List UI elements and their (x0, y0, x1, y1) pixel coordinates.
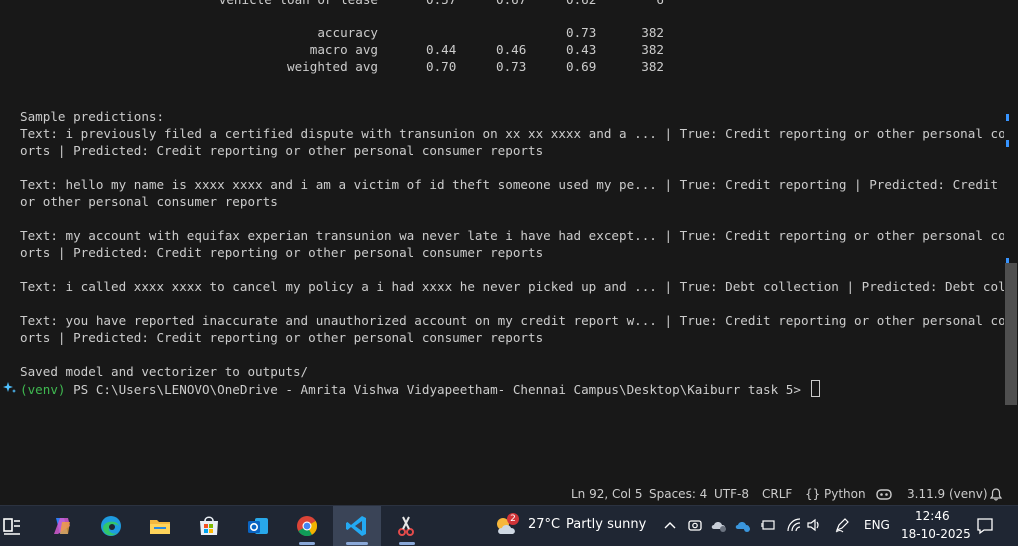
store-icon[interactable] (195, 512, 223, 540)
output-line: Text: hello my name is xxxx xxxx and i a… (20, 177, 1004, 192)
report-label: vehicle loan or lease (219, 0, 378, 8)
widgets-icon[interactable] (0, 512, 28, 540)
venv-label: (venv) (20, 382, 66, 397)
report-f1: 0.69 (566, 59, 597, 74)
weather-badge: 2 (507, 513, 519, 525)
report-f1: 0.62 (566, 0, 596, 8)
report-support: 6 (656, 0, 664, 8)
weather-description[interactable]: Partly sunny (566, 517, 646, 532)
report-f1: 0.73 (566, 25, 597, 40)
outlook-icon[interactable] (244, 512, 272, 540)
scroll-marker (1006, 114, 1009, 121)
output-line: orts | Predicted: Credit reporting or ot… (20, 245, 544, 260)
terminal-cursor (810, 380, 820, 397)
indentation[interactable]: Spaces: 4 (649, 487, 707, 501)
wifi-icon[interactable] (786, 518, 802, 532)
copilot-icon[interactable] (876, 488, 892, 501)
report-support: 382 (641, 42, 664, 57)
chrome-icon[interactable] (293, 512, 321, 540)
scrollbar-thumb[interactable] (1005, 263, 1017, 405)
clock-date[interactable]: 18-10-2025 (901, 527, 971, 541)
report-support: 382 (641, 59, 664, 74)
camera-icon[interactable] (688, 517, 702, 533)
notifications-icon[interactable] (976, 517, 994, 535)
input-language[interactable]: ENG (864, 518, 890, 532)
windows-taskbar: 2 27°C Partly sunny ENG 12:46 18-10-2025 (0, 505, 1018, 546)
cursor-position[interactable]: Ln 92, Col 5 (571, 487, 643, 501)
onedrive-sync-icon[interactable] (710, 517, 728, 533)
report-label: accuracy (317, 25, 378, 40)
pen-icon[interactable] (834, 517, 850, 533)
clock-time[interactable]: 12:46 (915, 509, 950, 523)
onedrive-cloud-icon[interactable] (734, 517, 752, 533)
weather-temperature[interactable]: 27°C (528, 517, 560, 532)
edge-icon[interactable] (97, 512, 125, 540)
output-line: or other personal consumer reports (20, 194, 278, 209)
terminal-prompt[interactable]: (venv) PS C:\Users\LENOVO\OneDrive - Amr… (20, 380, 820, 398)
language-mode[interactable]: Python (824, 487, 866, 501)
output-line: Text: you have reported inaccurate and u… (20, 313, 1004, 328)
report-support: 382 (641, 25, 664, 40)
prompt-path: PS C:\Users\LENOVO\OneDrive - Amrita Vis… (65, 382, 809, 397)
output-line: Saved model and vectorizer to outputs/ (20, 364, 309, 379)
terminal-scrollbar[interactable] (1004, 0, 1018, 484)
copilot-app-icon[interactable] (48, 512, 76, 540)
terminal-panel[interactable]: vehicle loan or lease 0.57 0.67 0.62 6 accura… (0, 0, 1004, 484)
report-precision: 0.57 (426, 0, 456, 8)
chevron-up-icon[interactable] (664, 520, 676, 530)
output-line: Text: my account with equifax experian t… (20, 228, 1004, 243)
bell-icon[interactable] (990, 488, 1002, 501)
report-recall: 0.73 (496, 59, 527, 74)
encoding[interactable]: UTF-8 (714, 487, 749, 501)
snipping-tool-icon[interactable] (392, 512, 420, 540)
report-precision: 0.70 (426, 59, 457, 74)
braces-icon: {} (805, 487, 821, 501)
sample-predictions-header: Sample predictions: (20, 109, 165, 124)
scroll-marker (1006, 140, 1009, 147)
python-interpreter[interactable]: 3.11.9 (venv) (907, 487, 988, 501)
sparkle-icon (3, 382, 16, 393)
volume-icon[interactable] (806, 518, 822, 532)
report-label: macro avg (309, 42, 378, 57)
battery-plug-icon[interactable] (760, 518, 776, 532)
report-precision: 0.44 (426, 42, 457, 57)
report-recall: 0.46 (496, 42, 527, 57)
output-line: orts | Predicted: Credit reporting or ot… (20, 143, 544, 158)
end-of-line[interactable]: CRLF (762, 487, 792, 501)
output-line: Text: i previously filed a certified dis… (20, 126, 1004, 141)
status-bar: Ln 92, Col 5 Spaces: 4 UTF-8 CRLF {} Pyt… (0, 484, 1018, 505)
file-explorer-icon[interactable] (146, 512, 174, 540)
output-line: orts | Predicted: Credit reporting or ot… (20, 330, 544, 345)
output-line: Text: i called xxxx xxxx to cancel my po… (20, 279, 1004, 294)
report-recall: 0.67 (496, 0, 526, 8)
report-label: weighted avg (287, 59, 378, 74)
vscode-icon[interactable] (343, 512, 371, 540)
report-f1: 0.43 (566, 42, 597, 57)
